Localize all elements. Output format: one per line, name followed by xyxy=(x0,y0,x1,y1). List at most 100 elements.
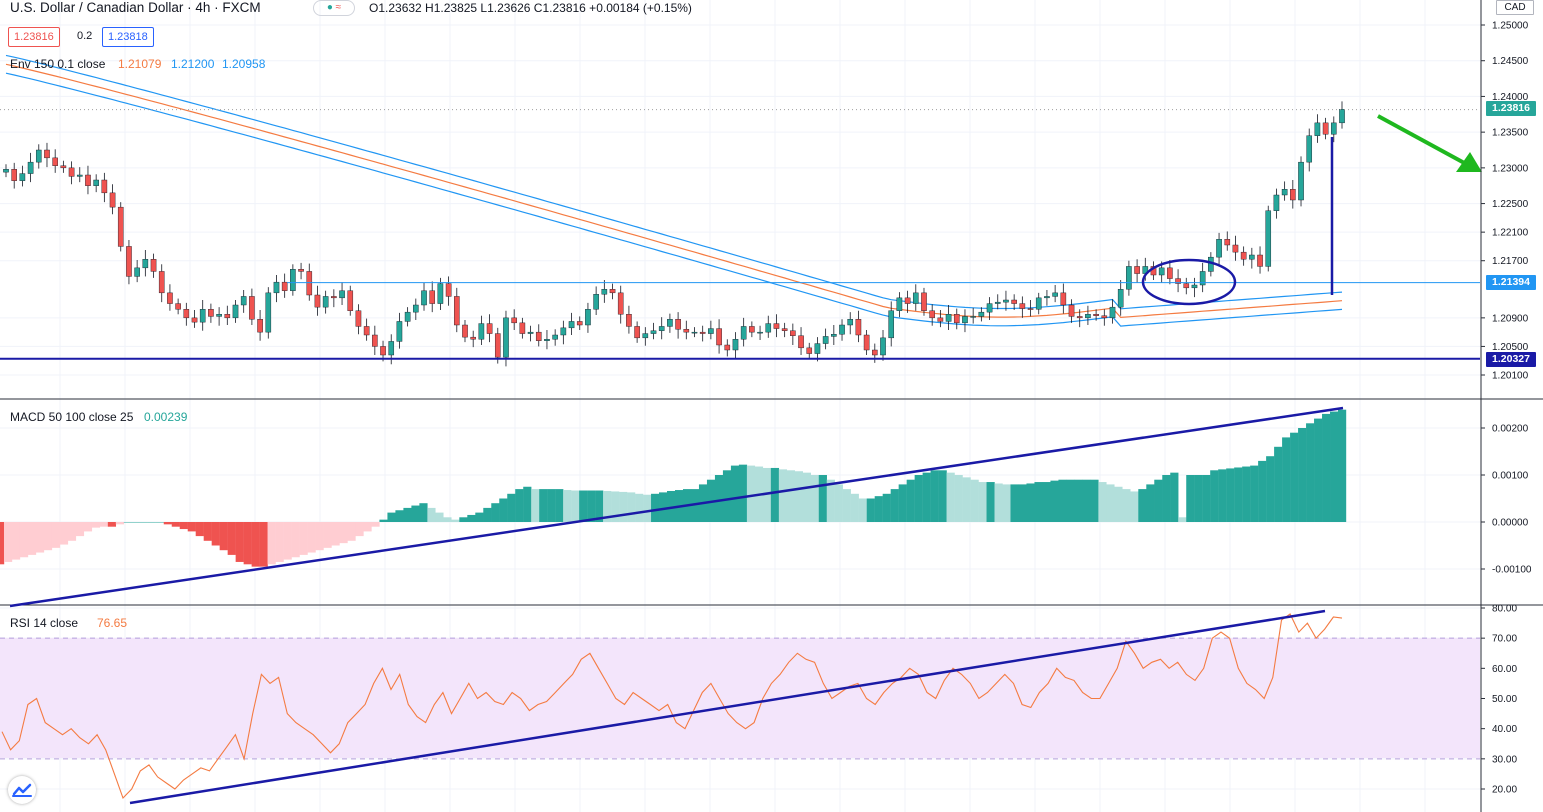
macd-bar xyxy=(778,469,788,522)
price-axis[interactable]: 1.250001.245001.240001.235001.230001.225… xyxy=(1480,0,1532,812)
envelope-label[interactable]: Env 150 0.1 close xyxy=(10,57,105,71)
symbol-title[interactable]: U.S. Dollar / Canadian Dollar · 4h · FXC… xyxy=(10,0,261,15)
candle-up xyxy=(994,301,1001,304)
macd-bar xyxy=(1138,489,1147,522)
status-pill[interactable]: ● ≈ xyxy=(313,0,355,16)
envelope-lower-value: 1.20958 xyxy=(222,57,266,71)
candle-down xyxy=(699,331,706,334)
candle-up xyxy=(1052,292,1058,297)
macd-bar xyxy=(579,490,588,522)
candle-up xyxy=(388,341,395,356)
candle-down xyxy=(44,149,50,159)
macd-bar xyxy=(539,489,548,522)
candle-up xyxy=(1298,161,1304,201)
macd-bar xyxy=(834,484,843,522)
candle-down xyxy=(535,331,542,341)
macd-bar xyxy=(387,512,396,522)
candle-down xyxy=(749,326,755,333)
currency-tag[interactable]: CAD xyxy=(1496,0,1534,15)
macd-bar xyxy=(810,475,819,522)
rsi-tick-label: 40.00 xyxy=(1492,724,1517,735)
candle-up xyxy=(421,290,427,306)
candle-down xyxy=(634,326,640,339)
candle-up xyxy=(1117,289,1124,308)
price-tick-label: 1.24500 xyxy=(1492,56,1529,67)
candle-down xyxy=(298,269,304,272)
candle-down xyxy=(724,344,731,351)
candle-up xyxy=(1109,306,1116,319)
macd-bar xyxy=(259,522,268,567)
candle-down xyxy=(1019,303,1026,309)
macd-bar xyxy=(467,514,476,522)
candle-down xyxy=(1068,304,1075,317)
candle-up xyxy=(142,259,149,269)
candle-up xyxy=(93,179,99,186)
candle-down xyxy=(1076,316,1083,319)
rsi-tick-label: 80.00 xyxy=(1492,604,1517,615)
candle-down xyxy=(1183,283,1190,289)
consolidation-circle xyxy=(1141,258,1237,306)
macd-bar xyxy=(1090,479,1099,522)
sell-price-box[interactable]: 1.23816 xyxy=(8,27,60,47)
macd-tick-label: 0.00100 xyxy=(1492,471,1529,482)
macd-bar xyxy=(187,522,196,532)
candle-down xyxy=(281,281,288,291)
macd-bar xyxy=(123,522,133,523)
buy-price-box[interactable]: 1.23818 xyxy=(102,27,154,47)
macd-tick-label: 0.00200 xyxy=(1492,424,1529,435)
macd-label[interactable]: MACD 50 100 close 25 xyxy=(10,410,133,424)
macd-bar xyxy=(1266,456,1275,522)
price-tick-label: 1.20900 xyxy=(1492,313,1529,324)
candle-down xyxy=(101,179,108,194)
macd-bar xyxy=(515,489,524,522)
macd-bar xyxy=(507,493,516,522)
macd-value: 0.00239 xyxy=(144,410,188,424)
candle-up xyxy=(1281,189,1288,196)
macd-bar xyxy=(922,472,931,522)
candle-down xyxy=(798,335,804,349)
macd-bar xyxy=(195,522,204,537)
macd-bar xyxy=(219,522,228,551)
macd-bar xyxy=(323,522,332,548)
macd-bar xyxy=(3,522,13,562)
candle-up xyxy=(970,316,976,318)
candle-up xyxy=(1191,284,1198,289)
macd-bar xyxy=(1066,479,1075,522)
chart-canvas[interactable]: 1.250001.245001.240001.235001.230001.225… xyxy=(0,0,1543,812)
macd-bar xyxy=(275,522,284,562)
price-candles xyxy=(3,101,1345,367)
macd-bar xyxy=(171,522,180,527)
candle-down xyxy=(921,292,927,311)
candle-up xyxy=(1273,194,1280,211)
candle-up xyxy=(199,309,206,323)
macd-bar xyxy=(858,498,867,522)
macd-bar xyxy=(411,505,420,522)
macd-bar xyxy=(491,503,500,522)
macd-bar xyxy=(1058,479,1067,522)
candle-down xyxy=(872,349,878,356)
candle-down xyxy=(191,317,198,323)
candle-down xyxy=(511,317,517,324)
candle-down xyxy=(462,324,468,338)
macd-bar xyxy=(371,522,380,527)
macd-bar xyxy=(802,472,811,522)
macd-bar xyxy=(379,519,388,522)
tradingview-logo-icon[interactable] xyxy=(8,776,36,804)
candle-up xyxy=(1044,296,1050,299)
macd-bar xyxy=(363,522,372,532)
macd-bar xyxy=(307,522,316,553)
macd-bar xyxy=(1258,460,1267,522)
macd-bar xyxy=(315,522,324,551)
price-tick-label: 1.20100 xyxy=(1492,371,1529,382)
envelope-upper-value: 1.21200 xyxy=(171,57,215,71)
candle-down xyxy=(52,157,58,166)
rsi-label[interactable]: RSI 14 close xyxy=(10,616,78,630)
macd-bar xyxy=(19,522,29,558)
macd-bar xyxy=(659,492,668,522)
price-tick-label: 1.22500 xyxy=(1492,199,1529,210)
macd-bar xyxy=(1018,484,1027,522)
macd-bar xyxy=(1202,475,1211,522)
macd-bar xyxy=(43,522,53,551)
candle-up xyxy=(35,149,42,163)
rsi-value: 76.65 xyxy=(97,616,128,630)
